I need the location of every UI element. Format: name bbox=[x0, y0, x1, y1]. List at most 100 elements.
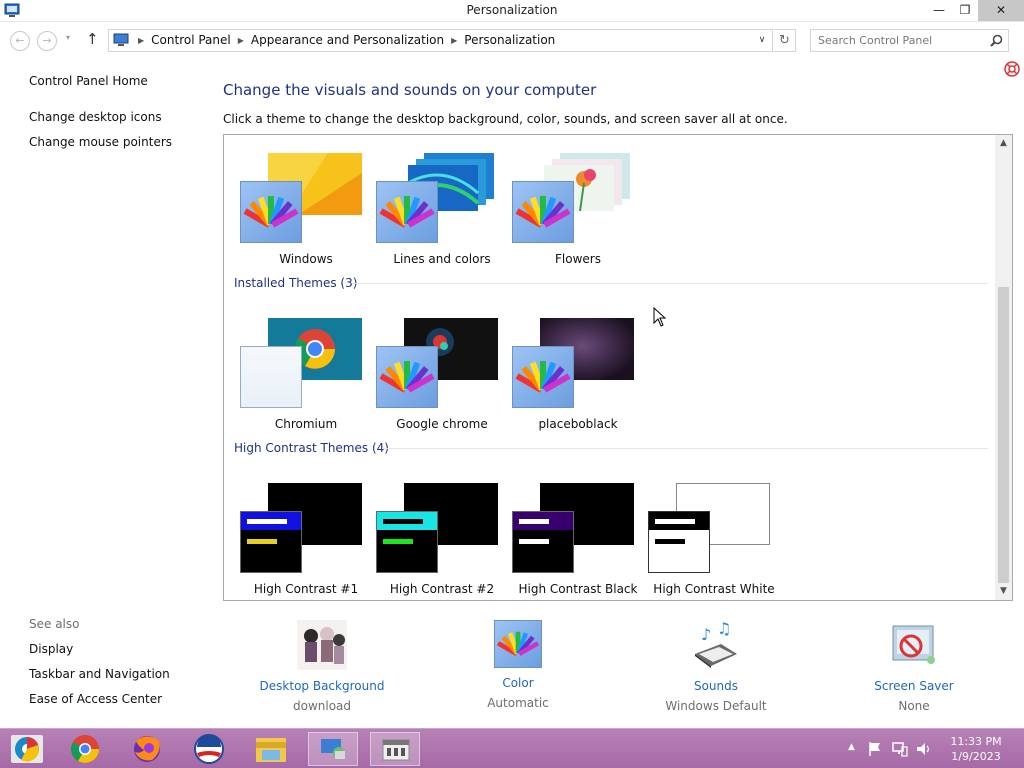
breadcrumb-personalization[interactable]: Personalization bbox=[464, 33, 555, 47]
help-icon[interactable] bbox=[1004, 61, 1020, 77]
theme-windows[interactable]: Windows bbox=[238, 143, 374, 269]
screen-saver-icon bbox=[892, 625, 935, 664]
color-fan-icon bbox=[376, 181, 438, 243]
breadcrumb-appearance[interactable]: Appearance and Personalization bbox=[251, 33, 444, 47]
address-bar[interactable]: ▶ Control Panel ▶ Appearance and Persona… bbox=[108, 29, 773, 52]
breadcrumb: ▶ Control Panel ▶ Appearance and Persona… bbox=[131, 33, 555, 47]
search-input[interactable] bbox=[811, 30, 987, 51]
network-icon[interactable] bbox=[892, 741, 908, 757]
theme-label: High Contrast #2 bbox=[389, 582, 495, 596]
theme-google-chrome[interactable]: Google chrome bbox=[374, 308, 510, 434]
theme-label: Lines and colors bbox=[393, 252, 491, 266]
forward-button[interactable]: → bbox=[37, 31, 57, 51]
control-panel-home-link[interactable]: Control Panel Home bbox=[29, 74, 148, 88]
navigation-bar: ← → ▾ ↑ ▶ Control Panel ▶ Appearance and… bbox=[0, 22, 1024, 58]
chromium-icon[interactable] bbox=[2, 732, 52, 766]
display-link[interactable]: Display bbox=[29, 642, 73, 656]
title-bar: Personalization — ❐ ✕ bbox=[0, 0, 1024, 22]
page-title: Change the visuals and sounds on your co… bbox=[223, 81, 597, 99]
sidebar: Control Panel Home Change desktop icons … bbox=[0, 58, 210, 728]
desktop-background-setting[interactable]: Desktop Background download bbox=[242, 620, 402, 713]
theme-chromium[interactable]: Chromium bbox=[238, 308, 374, 434]
desktop-background-icon bbox=[297, 620, 347, 670]
scroll-down-icon[interactable]: ▼ bbox=[995, 583, 1012, 600]
page-description: Click a theme to change the desktop back… bbox=[223, 112, 788, 126]
section-divider bbox=[382, 448, 988, 449]
desktop-background-value: download bbox=[292, 699, 352, 713]
theme-high-contrast-black[interactable]: High Contrast Black bbox=[510, 473, 646, 599]
theme-label: Google chrome bbox=[396, 417, 488, 431]
close-button[interactable]: ✕ bbox=[978, 0, 1024, 21]
color-fan-icon bbox=[512, 181, 574, 243]
back-button[interactable]: ← bbox=[10, 31, 30, 51]
taskbar-navigation-link[interactable]: Taskbar and Navigation bbox=[29, 667, 170, 681]
theme-placeboblack[interactable]: placeboblack bbox=[510, 308, 646, 434]
breadcrumb-control-panel[interactable]: Control Panel bbox=[151, 33, 231, 47]
app-window-taskbar-button[interactable] bbox=[370, 732, 420, 766]
section-divider bbox=[352, 283, 988, 284]
theme-label: High Contrast Black bbox=[518, 582, 638, 596]
restore-button[interactable]: ❐ bbox=[952, 0, 978, 21]
svg-text:♪: ♪ bbox=[701, 625, 711, 644]
scroll-up-icon[interactable]: ▲ bbox=[995, 135, 1012, 152]
search-box bbox=[810, 29, 1009, 52]
themes-scrollbar[interactable]: ▲ ▼ bbox=[995, 135, 1012, 600]
color-fan-graphic bbox=[515, 196, 571, 228]
address-dropdown-button[interactable]: ∨ bbox=[754, 31, 770, 50]
scroll-thumb[interactable] bbox=[998, 287, 1009, 583]
color-fan-icon bbox=[240, 181, 302, 243]
theme-label: High Contrast White bbox=[653, 582, 775, 596]
ease-of-access-link[interactable]: Ease of Access Center bbox=[29, 692, 162, 706]
color-fan-graphic bbox=[379, 196, 435, 228]
clock-date: 1/9/2023 bbox=[951, 750, 1001, 763]
sounds-setting[interactable]: ♪ ♫ Sounds Windows Default bbox=[636, 619, 796, 713]
color-fan-icon bbox=[376, 346, 438, 408]
screen-saver-link[interactable]: Screen Saver bbox=[834, 679, 994, 693]
clock[interactable]: 11:33 PM 1/9/2023 bbox=[936, 734, 1016, 764]
theme-lines-and-colors[interactable]: Lines and colors bbox=[374, 143, 510, 269]
color-fan-graphic bbox=[379, 361, 435, 393]
theme-high-contrast-1[interactable]: High Contrast #1 bbox=[238, 473, 374, 599]
minimize-button[interactable]: — bbox=[926, 0, 952, 21]
color-setting[interactable]: Color Automatic bbox=[438, 620, 598, 710]
high-contrast-2-swatch bbox=[376, 511, 438, 573]
flag-icon[interactable] bbox=[868, 741, 882, 757]
search-icon[interactable] bbox=[990, 34, 1003, 47]
sounds-link[interactable]: Sounds bbox=[636, 679, 796, 693]
themes-list[interactable]: Windows Lines and colors Flowers Install… bbox=[223, 134, 1013, 601]
obama-logo-icon[interactable] bbox=[184, 732, 234, 766]
recent-locations-button[interactable]: ▾ bbox=[66, 33, 70, 42]
sounds-value: Windows Default bbox=[665, 699, 767, 713]
control-panel-taskbar-button[interactable] bbox=[308, 732, 358, 766]
theme-label: Windows bbox=[279, 252, 333, 266]
theme-label: High Contrast #1 bbox=[253, 582, 359, 596]
app-window-icon bbox=[382, 739, 410, 761]
color-fan-graphic bbox=[515, 361, 571, 393]
change-mouse-pointers-link[interactable]: Change mouse pointers bbox=[29, 135, 172, 149]
file-explorer-icon[interactable] bbox=[246, 732, 296, 766]
color-link[interactable]: Color bbox=[438, 676, 598, 690]
theme-high-contrast-2[interactable]: High Contrast #2 bbox=[374, 473, 510, 599]
color-value: Automatic bbox=[487, 696, 549, 710]
personalization-icon bbox=[321, 739, 345, 759]
desktop-background-link[interactable]: Desktop Background bbox=[242, 679, 402, 693]
chevron-right-icon[interactable]: ▶ bbox=[451, 36, 457, 45]
screen-saver-setting[interactable]: Screen Saver None bbox=[834, 620, 994, 713]
change-desktop-icons-link[interactable]: Change desktop icons bbox=[29, 110, 162, 124]
firefox-icon[interactable] bbox=[122, 732, 172, 766]
control-panel-icon bbox=[113, 33, 129, 46]
theme-high-contrast-white[interactable]: High Contrast White bbox=[646, 473, 782, 599]
theme-flowers[interactable]: Flowers bbox=[510, 143, 646, 269]
sounds-icon: ♪ ♫ bbox=[695, 619, 737, 668]
window-title: Personalization bbox=[466, 3, 558, 17]
show-hidden-icons-icon[interactable]: ▲ bbox=[848, 742, 855, 752]
volume-icon[interactable] bbox=[916, 741, 932, 757]
taskbar: ▲ 11:33 PM 1/9/2023 bbox=[0, 728, 1024, 768]
chevron-right-icon[interactable]: ▶ bbox=[238, 36, 244, 45]
color-fan-graphic bbox=[496, 631, 540, 656]
theme-label: placeboblack bbox=[538, 417, 618, 431]
screen-saver-value: None bbox=[898, 699, 930, 713]
chrome-icon[interactable] bbox=[60, 732, 110, 766]
refresh-button[interactable]: ↻ bbox=[774, 29, 796, 52]
up-button[interactable]: ↑ bbox=[86, 30, 99, 48]
